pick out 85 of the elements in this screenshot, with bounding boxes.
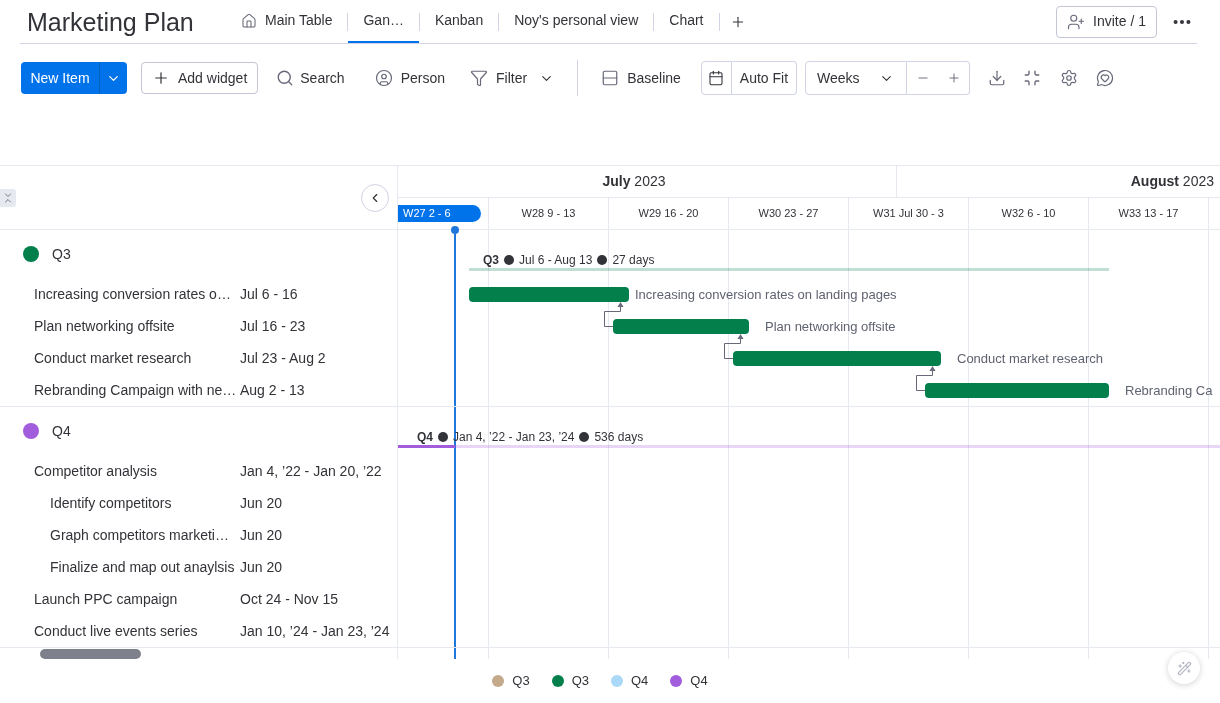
group-summary-name: Q3 xyxy=(483,252,499,269)
group-name: Q3 xyxy=(52,244,71,264)
minimize-icon[interactable] xyxy=(1023,69,1042,87)
new-item-menu-button[interactable] xyxy=(99,62,127,94)
wand-icon xyxy=(1176,660,1192,676)
horizontal-scrollbar-thumb[interactable] xyxy=(40,649,141,659)
item-dates: Jan 4, ’22 - Jan 20, ’22 xyxy=(240,461,382,481)
dependency-arrow xyxy=(916,366,936,391)
download-icon[interactable] xyxy=(988,69,1007,87)
search-icon xyxy=(276,69,295,87)
item-dates: Jun 20 xyxy=(240,557,283,577)
chevrons-icon xyxy=(2,191,14,204)
week-label: W28 9 - 13 xyxy=(521,206,576,222)
elapsed-segment xyxy=(398,445,455,448)
dependency-arrow xyxy=(724,334,744,359)
item-name[interactable]: Plan networking offsite xyxy=(34,317,175,334)
plus-icon xyxy=(946,71,961,85)
home-icon xyxy=(241,12,257,29)
week-label: W31 Jul 30 - 3 xyxy=(873,206,944,222)
month-label: July 2023 xyxy=(602,172,666,192)
rows-icon xyxy=(601,69,620,87)
week-label: W33 13 - 17 xyxy=(1118,206,1179,222)
zoom-in-button[interactable] xyxy=(938,61,971,95)
view-tab[interactable]: Main Table xyxy=(226,0,348,43)
item-name[interactable]: Launch PPC campaign xyxy=(34,590,178,607)
item-dates: Oct 24 - Nov 15 xyxy=(240,589,339,609)
auto-fit-button[interactable]: Auto Fit xyxy=(731,61,798,95)
item-name[interactable]: Competitor analysis xyxy=(34,462,157,479)
item-name[interactable]: Increasing conversion rates o… xyxy=(34,285,231,302)
item-dates: Aug 2 - 13 xyxy=(240,380,305,400)
item-dates: Jul 23 - Aug 2 xyxy=(240,348,326,368)
view-tab[interactable]: Kanban xyxy=(419,0,499,43)
month-label: August 2023 xyxy=(1130,172,1214,192)
chat-heart-icon[interactable] xyxy=(1096,69,1115,87)
task-bar-label: Conduct market research xyxy=(957,350,1103,367)
baseline-button[interactable]: Baseline xyxy=(593,62,689,94)
invite-button[interactable]: Invite / 1 xyxy=(1056,5,1157,38)
week-label: W32 6 - 10 xyxy=(1001,206,1056,222)
time-scale-dropdown[interactable]: Weeks xyxy=(805,61,908,95)
calendar-icon xyxy=(708,70,725,86)
person-icon xyxy=(374,69,393,87)
legend-label: Q4 xyxy=(690,672,708,691)
filter-icon xyxy=(470,69,488,87)
person-filter-button[interactable]: Person xyxy=(366,62,453,94)
plus-icon xyxy=(152,69,170,87)
calendar-button[interactable] xyxy=(700,61,732,95)
view-tab[interactable]: Noy's personal view xyxy=(499,0,654,43)
dependency-arrow xyxy=(604,302,624,327)
zoom-out-button[interactable] xyxy=(907,61,939,95)
item-name[interactable]: Conduct live events series xyxy=(34,622,198,639)
collapse-panel-button[interactable] xyxy=(361,183,389,212)
legend-label: Q3 xyxy=(512,672,530,691)
item-dates: Jun 20 xyxy=(240,525,283,545)
view-tab[interactable]: Chart xyxy=(654,0,719,43)
collapse-groups-button[interactable] xyxy=(0,188,16,207)
week-label: W29 16 - 20 xyxy=(638,206,699,222)
week-label: W27 2 - 6 xyxy=(398,205,481,223)
person-plus-icon xyxy=(1067,12,1086,31)
group-summary-duration: 27 days xyxy=(612,252,655,269)
item-name[interactable]: Graph competitors marketi… xyxy=(50,526,229,543)
task-bar-label: Increasing conversion rates on landing pages xyxy=(635,286,897,303)
item-name[interactable]: Conduct market research xyxy=(34,349,192,366)
item-name[interactable]: Finalize and map out anaylsis xyxy=(50,558,235,575)
group-name: Q4 xyxy=(52,421,71,441)
task-bar-label: Plan networking offsite xyxy=(765,318,896,335)
item-name[interactable]: Rebranding Campaign with ne… xyxy=(34,381,237,398)
item-dates: Jan 10, ’24 - Jan 23, ’24 xyxy=(240,621,390,641)
group-summary-dates: Jul 6 - Aug 13 xyxy=(519,252,593,269)
floating-action-button[interactable] xyxy=(1168,652,1200,684)
group-summary-name: Q4 xyxy=(417,429,433,446)
search-button[interactable]: Search xyxy=(268,62,353,94)
legend-label: Q4 xyxy=(631,672,649,691)
new-item-button[interactable]: New Item xyxy=(21,62,99,94)
item-name[interactable]: Identify competitors xyxy=(50,494,172,511)
filter-button[interactable]: Filter xyxy=(462,62,563,94)
settings-icon[interactable] xyxy=(1060,69,1079,87)
group-summary-duration: 536 days xyxy=(594,429,644,446)
legend-label: Q3 xyxy=(571,672,589,691)
item-dates: Jul 16 - 23 xyxy=(240,316,306,336)
item-dates: Jul 6 - 16 xyxy=(240,284,298,304)
add-widget-button[interactable]: Add widget xyxy=(141,62,259,94)
item-dates: Jun 20 xyxy=(240,493,283,513)
task-bar-label: Rebranding Ca xyxy=(1125,382,1213,399)
week-label: W30 23 - 27 xyxy=(758,206,819,222)
board-title: Marketing Plan xyxy=(27,6,194,37)
